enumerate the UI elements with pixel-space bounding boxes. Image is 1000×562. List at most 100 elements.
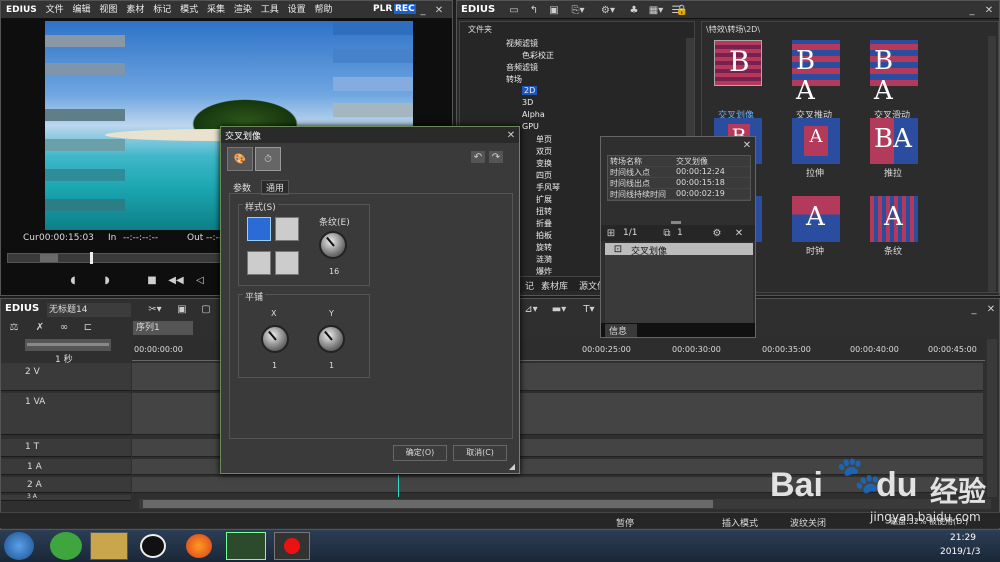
timeline-minimize-icon[interactable]: _ <box>969 302 979 316</box>
taskbar-time[interactable]: 21:29 <box>950 533 976 543</box>
track-header-1a[interactable]: 1 A <box>1 459 131 475</box>
stopwatch-icon[interactable]: ⏱ <box>255 147 281 171</box>
effects-scrollbar[interactable] <box>988 36 996 292</box>
tree-transform[interactable]: 变换 <box>536 158 552 169</box>
effect-stretch-thumb[interactable]: A <box>792 118 840 164</box>
properties-icon[interactable]: ⚙▾ <box>597 3 619 17</box>
info-delete-icon[interactable]: ✕ <box>733 227 745 239</box>
new-folder-icon[interactable]: ▣ <box>547 3 561 17</box>
effect-cross-push-thumb[interactable]: B A <box>792 40 840 106</box>
track-header-3a[interactable]: 3 A <box>1 493 131 501</box>
tree-transition[interactable]: 转场 <box>506 74 522 85</box>
undo-icon[interactable]: ↶ <box>471 151 485 163</box>
dialog-close-icon[interactable]: ✕ <box>505 128 517 142</box>
effect-stripes-thumb[interactable]: A <box>870 196 918 242</box>
menu-view[interactable]: 视图 <box>96 1 120 19</box>
style-option-4[interactable] <box>275 251 299 275</box>
taskbar-firefox[interactable] <box>186 534 212 558</box>
menu-clip[interactable]: 素材 <box>123 1 147 19</box>
effect-push-pull-thumb[interactable]: BA <box>870 118 918 164</box>
tl-tool-icon-a[interactable]: ⚖ <box>5 321 23 333</box>
track-header-1t[interactable]: 1 T <box>1 439 131 457</box>
tree-fold[interactable]: 折叠 <box>536 218 552 229</box>
track-header-2v[interactable]: 2 V <box>1 363 131 391</box>
menu-edit[interactable]: 编辑 <box>70 1 94 19</box>
tl-toolbar-icon-5[interactable]: ▬▾ <box>549 302 569 316</box>
tree-explode[interactable]: 爆炸 <box>536 266 552 277</box>
tree-double-page[interactable]: 双页 <box>536 146 552 157</box>
effects-close-icon[interactable]: ✕ <box>983 3 995 17</box>
close-icon[interactable]: ✕ <box>433 3 445 17</box>
rewind-icon[interactable]: ◀◀ <box>167 273 185 287</box>
track-header-2a[interactable]: 2 A <box>1 477 131 493</box>
info-tab[interactable]: 信息 <box>605 324 637 337</box>
taskbar-edius[interactable] <box>226 532 266 560</box>
info-close-icon[interactable]: ✕ <box>741 139 753 151</box>
tree-3d[interactable]: 3D <box>522 98 533 107</box>
tab-history[interactable]: 记 <box>525 279 534 292</box>
grid-view-icon[interactable]: ▦▾ <box>645 3 667 17</box>
tl-toolbar-icon-1[interactable]: ✂▾ <box>145 302 165 316</box>
tl-toolbar-icon-6[interactable]: T▾ <box>579 302 599 316</box>
menu-mode[interactable]: 模式 <box>177 1 201 19</box>
tl-tool-icon-c[interactable]: ∞ <box>55 321 73 333</box>
tl-toolbar-icon-2[interactable]: ▣ <box>175 302 189 316</box>
tile-y-knob[interactable] <box>317 325 345 353</box>
filter-icon[interactable]: ♣ <box>627 3 641 17</box>
taskbar-app-1[interactable] <box>50 532 82 560</box>
scale-control[interactable] <box>25 339 111 351</box>
add-icon[interactable]: ⊞ <box>605 227 617 239</box>
taskbar-qq[interactable] <box>140 534 166 558</box>
tile-x-knob[interactable] <box>261 325 289 353</box>
menu-settings[interactable]: 设置 <box>285 1 309 19</box>
info-divider[interactable] <box>671 221 681 224</box>
cancel-button[interactable]: 取消(C) <box>453 445 507 461</box>
view-mode-icon[interactable]: ⎘▾ <box>567 3 589 17</box>
set-out-icon[interactable]: ◗ <box>101 273 113 287</box>
rec-mode[interactable]: REC <box>394 4 416 14</box>
style-option-1[interactable] <box>247 217 271 241</box>
tree-alpha[interactable]: Alpha <box>522 110 545 119</box>
stop-icon[interactable]: ■ <box>145 273 159 287</box>
up-folder-icon[interactable]: ↰ <box>527 3 541 17</box>
list-item[interactable]: ⊡ 交叉划像 <box>605 243 753 257</box>
tree-ripple[interactable]: 涟漪 <box>536 254 552 265</box>
tree-video-filter[interactable]: 视频滤镜 <box>506 38 538 49</box>
stripes-knob[interactable] <box>319 231 347 259</box>
tab-asset-bin[interactable]: 素材库 <box>541 279 568 292</box>
style-option-2[interactable] <box>275 217 299 241</box>
tl-tool-icon-b[interactable]: ✗ <box>31 321 49 333</box>
ok-button[interactable]: 确定(O) <box>393 445 447 461</box>
menu-help[interactable]: 帮助 <box>312 1 336 19</box>
settings-icon[interactable]: ⚙ <box>711 227 723 239</box>
set-in-icon[interactable]: ◖ <box>67 273 79 287</box>
menu-capture[interactable]: 采集 <box>204 1 228 19</box>
tree-twist[interactable]: 扭转 <box>536 206 552 217</box>
plr-mode[interactable]: PLR <box>373 4 392 14</box>
redo-icon[interactable]: ↷ <box>489 151 503 163</box>
tree-four-page[interactable]: 四页 <box>536 170 552 181</box>
menu-render[interactable]: 渲染 <box>231 1 255 19</box>
taskbar-explorer[interactable] <box>90 532 128 560</box>
minimize-icon[interactable]: _ <box>418 3 428 17</box>
sequence-tab[interactable]: 序列1 <box>133 321 193 335</box>
tree-color-correct[interactable]: 色彩校正 <box>522 50 554 61</box>
menu-file[interactable]: 文件 <box>43 1 67 19</box>
effects-minimize-icon[interactable]: _ <box>967 3 977 17</box>
timeline-playhead[interactable] <box>398 475 399 497</box>
tree-expand[interactable]: 扩展 <box>536 194 552 205</box>
tree-2d[interactable]: 2D <box>522 86 538 95</box>
timeline-close-icon[interactable]: ✕ <box>985 302 997 316</box>
scrub-handle[interactable] <box>40 254 58 262</box>
effect-clock-thumb[interactable]: A <box>792 196 840 242</box>
tree-single-page[interactable]: 单页 <box>536 134 552 145</box>
taskbar-date[interactable]: 2019/1/3 <box>940 547 980 557</box>
tl-toolbar-icon-3[interactable]: ▢ <box>199 302 213 316</box>
step-back-icon[interactable]: ◁ <box>193 273 207 287</box>
tree-rotate[interactable]: 旋转 <box>536 242 552 253</box>
tree-audio-filter[interactable]: 音频滤镜 <box>506 62 538 73</box>
effect-cross-wipe-thumb[interactable]: B <box>714 40 762 86</box>
resize-grip-icon[interactable]: ◢ <box>507 461 517 471</box>
menu-tools[interactable]: 工具 <box>258 1 282 19</box>
start-button[interactable] <box>4 532 34 560</box>
